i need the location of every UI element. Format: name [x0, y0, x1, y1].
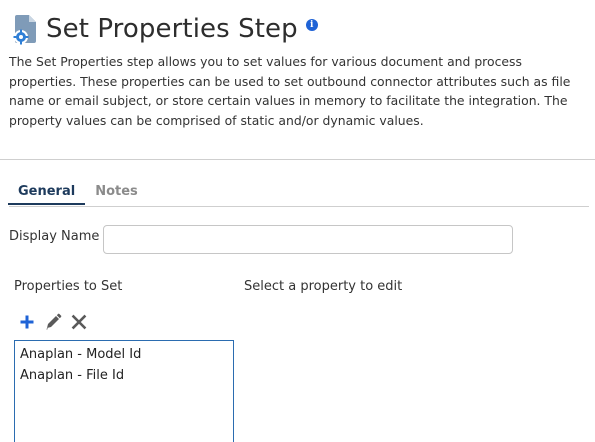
properties-to-set-label: Properties to Set — [14, 279, 123, 294]
set-properties-page: Set Properties Step i The Set Properties… — [0, 0, 595, 442]
add-property-button[interactable] — [18, 313, 36, 331]
step-description: The Set Properties step allows you to se… — [9, 54, 571, 128]
tab-general[interactable]: General — [8, 181, 86, 205]
delete-property-button[interactable] — [70, 313, 88, 331]
display-name-input[interactable] — [103, 225, 513, 254]
info-icon[interactable]: i — [305, 19, 318, 31]
tabs-underline — [9, 206, 589, 207]
properties-toolbar — [18, 313, 88, 331]
x-icon — [71, 314, 87, 330]
list-item[interactable]: Anaplan - File Id — [15, 365, 233, 386]
document-gear-icon — [13, 15, 36, 45]
edit-property-button[interactable] — [44, 313, 62, 331]
page-header: Set Properties Step i — [12, 12, 318, 46]
list-item[interactable]: Anaplan - Model Id — [15, 344, 233, 365]
plus-icon — [20, 315, 34, 329]
select-property-hint: Select a property to edit — [244, 279, 403, 294]
tab-bar: General Notes — [8, 181, 148, 205]
section-divider — [0, 159, 595, 160]
page-title: Set Properties Step — [46, 14, 298, 44]
pencil-icon — [46, 313, 62, 330]
properties-list[interactable]: Anaplan - Model Id Anaplan - File Id — [14, 340, 234, 442]
tab-notes[interactable]: Notes — [85, 181, 148, 205]
display-name-label: Display Name — [9, 229, 100, 244]
